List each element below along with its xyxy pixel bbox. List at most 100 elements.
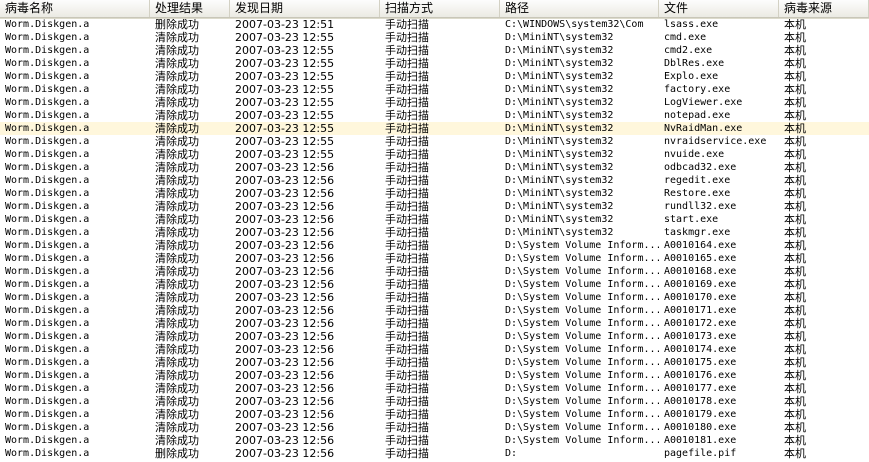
scan-log-list[interactable]: 病毒名称 处理结果 发现日期 扫描方式 路径 文件 病毒来源 Worm.Disk… — [0, 0, 869, 462]
cell-source: 本机 — [784, 44, 806, 57]
cell-path: D:\MiniNT\system32 — [505, 58, 614, 69]
column-header-file[interactable]: 文件 — [659, 0, 779, 17]
cell-path: D:\System Volume Inform... — [505, 279, 659, 290]
column-header-virus-name[interactable]: 病毒名称 — [0, 0, 150, 17]
table-row[interactable]: Worm.Diskgen.a 清除成功 2007-03-23 12:56 手动扫描 D:… — [0, 213, 869, 226]
cell-source: 本机 — [784, 18, 806, 31]
cell-virus-name: Worm.Diskgen.a — [5, 188, 90, 199]
table-row[interactable]: Worm.Diskgen.a 清除成功 2007-03-23 12:56 手动扫描 D:… — [0, 434, 869, 447]
cell-date: 2007-03-23 12:56 — [235, 174, 335, 187]
table-row[interactable]: Worm.Diskgen.a 清除成功 2007-03-23 12:55 手动扫描 D:… — [0, 148, 869, 161]
cell-date: 2007-03-23 12:56 — [235, 382, 335, 395]
table-row[interactable]: Worm.Diskgen.a 清除成功 2007-03-23 12:56 手动扫描 D:… — [0, 226, 869, 239]
table-row[interactable]: Worm.Diskgen.a 清除成功 2007-03-23 12:56 手动扫描 D:… — [0, 343, 869, 356]
cell-path: D:\System Volume Inform... — [505, 422, 659, 433]
column-header-date[interactable]: 发现日期 — [230, 0, 380, 17]
cell-date: 2007-03-23 12:55 — [235, 57, 335, 70]
cell-file: A0010173.exe — [664, 331, 737, 342]
cell-scan-mode: 手动扫描 — [385, 31, 429, 44]
cell-path: D:\System Volume Inform... — [505, 435, 659, 446]
table-row[interactable]: Worm.Diskgen.a 清除成功 2007-03-23 12:56 手动扫描 D:… — [0, 187, 869, 200]
cell-date: 2007-03-23 12:56 — [235, 252, 335, 265]
cell-virus-name: Worm.Diskgen.a — [5, 162, 90, 173]
cell-path: D:\MiniNT\system32 — [505, 201, 614, 212]
column-header-path[interactable]: 路径 — [500, 0, 659, 17]
cell-date: 2007-03-23 12:55 — [235, 44, 335, 57]
cell-result: 清除成功 — [155, 96, 199, 109]
table-row[interactable]: Worm.Diskgen.a 清除成功 2007-03-23 12:56 手动扫描 D:… — [0, 369, 869, 382]
cell-virus-name: Worm.Diskgen.a — [5, 201, 90, 212]
cell-path: D:\MiniNT\system32 — [505, 123, 614, 134]
cell-virus-name: Worm.Diskgen.a — [5, 279, 90, 290]
cell-result: 清除成功 — [155, 395, 199, 408]
table-row[interactable]: Worm.Diskgen.a 删除成功 2007-03-23 12:51 手动扫描 C:… — [0, 18, 869, 31]
cell-path: D:\MiniNT\system32 — [505, 32, 614, 43]
cell-path: D: — [505, 448, 518, 459]
cell-scan-mode: 手动扫描 — [385, 187, 429, 200]
column-header-source[interactable]: 病毒来源 — [779, 0, 869, 17]
cell-source: 本机 — [784, 330, 806, 343]
column-header-scan-mode[interactable]: 扫描方式 — [380, 0, 500, 17]
cell-virus-name: Worm.Diskgen.a — [5, 253, 90, 264]
cell-path: D:\MiniNT\system32 — [505, 175, 614, 186]
table-row[interactable]: Worm.Diskgen.a 清除成功 2007-03-23 12:55 手动扫描 D:… — [0, 83, 869, 96]
table-row[interactable]: Worm.Diskgen.a 清除成功 2007-03-23 12:56 手动扫描 D:… — [0, 291, 869, 304]
cell-virus-name: Worm.Diskgen.a — [5, 305, 90, 316]
table-row[interactable]: Worm.Diskgen.a 清除成功 2007-03-23 12:55 手动扫描 D:… — [0, 44, 869, 57]
cell-scan-mode: 手动扫描 — [385, 200, 429, 213]
table-row[interactable]: Worm.Diskgen.a 清除成功 2007-03-23 12:55 手动扫描 D:… — [0, 31, 869, 44]
cell-result: 清除成功 — [155, 317, 199, 330]
table-row[interactable]: Worm.Diskgen.a 清除成功 2007-03-23 12:56 手动扫描 D:… — [0, 408, 869, 421]
cell-path: D:\MiniNT\system32 — [505, 188, 614, 199]
table-row[interactable]: Worm.Diskgen.a 清除成功 2007-03-23 12:55 手动扫描 D:… — [0, 57, 869, 70]
cell-source: 本机 — [784, 174, 806, 187]
table-row[interactable]: Worm.Diskgen.a 清除成功 2007-03-23 12:56 手动扫描 D:… — [0, 239, 869, 252]
cell-path: D:\System Volume Inform... — [505, 344, 659, 355]
cell-virus-name: Worm.Diskgen.a — [5, 292, 90, 303]
table-row[interactable]: Worm.Diskgen.a 清除成功 2007-03-23 12:55 手动扫描 D:… — [0, 122, 869, 135]
cell-path: D:\System Volume Inform... — [505, 396, 659, 407]
column-header-result[interactable]: 处理结果 — [150, 0, 230, 17]
table-row[interactable]: Worm.Diskgen.a 清除成功 2007-03-23 12:55 手动扫描 D:… — [0, 109, 869, 122]
table-row[interactable]: Worm.Diskgen.a 清除成功 2007-03-23 12:55 手动扫描 D:… — [0, 135, 869, 148]
cell-scan-mode: 手动扫描 — [385, 265, 429, 278]
table-row[interactable]: Worm.Diskgen.a 清除成功 2007-03-23 12:55 手动扫描 D:… — [0, 70, 869, 83]
cell-source: 本机 — [784, 122, 806, 135]
cell-file: odbcad32.exe — [664, 162, 737, 173]
table-row[interactable]: Worm.Diskgen.a 清除成功 2007-03-23 12:56 手动扫描 D:… — [0, 278, 869, 291]
list-body: Worm.Diskgen.a 删除成功 2007-03-23 12:51 手动扫描 C:… — [0, 18, 869, 460]
table-row[interactable]: Worm.Diskgen.a 清除成功 2007-03-23 12:55 手动扫描 D:… — [0, 96, 869, 109]
table-row[interactable]: Worm.Diskgen.a 清除成功 2007-03-23 12:56 手动扫描 D:… — [0, 200, 869, 213]
cell-virus-name: Worm.Diskgen.a — [5, 240, 90, 251]
table-row[interactable]: Worm.Diskgen.a 删除成功 2007-03-23 12:56 手动扫描 D:… — [0, 447, 869, 460]
cell-file: LogViewer.exe — [664, 97, 743, 108]
table-row[interactable]: Worm.Diskgen.a 清除成功 2007-03-23 12:56 手动扫描 D:… — [0, 330, 869, 343]
cell-file: A0010178.exe — [664, 396, 737, 407]
cell-path: D:\MiniNT\system32 — [505, 227, 614, 238]
table-row[interactable]: Worm.Diskgen.a 清除成功 2007-03-23 12:56 手动扫描 D:… — [0, 252, 869, 265]
cell-path: D:\MiniNT\system32 — [505, 214, 614, 225]
cell-virus-name: Worm.Diskgen.a — [5, 32, 90, 43]
table-row[interactable]: Worm.Diskgen.a 清除成功 2007-03-23 12:56 手动扫描 D:… — [0, 421, 869, 434]
cell-date: 2007-03-23 12:55 — [235, 83, 335, 96]
cell-result: 清除成功 — [155, 382, 199, 395]
table-row[interactable]: Worm.Diskgen.a 清除成功 2007-03-23 12:56 手动扫描 D:… — [0, 304, 869, 317]
table-row[interactable]: Worm.Diskgen.a 清除成功 2007-03-23 12:56 手动扫描 D:… — [0, 356, 869, 369]
cell-result: 清除成功 — [155, 239, 199, 252]
cell-scan-mode: 手动扫描 — [385, 408, 429, 421]
cell-result: 清除成功 — [155, 148, 199, 161]
cell-file: A0010174.exe — [664, 344, 737, 355]
cell-file: A0010168.exe — [664, 266, 737, 277]
cell-date: 2007-03-23 12:56 — [235, 369, 335, 382]
cell-source: 本机 — [784, 31, 806, 44]
table-row[interactable]: Worm.Diskgen.a 清除成功 2007-03-23 12:56 手动扫描 D:… — [0, 382, 869, 395]
table-row[interactable]: Worm.Diskgen.a 清除成功 2007-03-23 12:56 手动扫描 D:… — [0, 395, 869, 408]
table-row[interactable]: Worm.Diskgen.a 清除成功 2007-03-23 12:56 手动扫描 D:… — [0, 174, 869, 187]
cell-virus-name: Worm.Diskgen.a — [5, 409, 90, 420]
cell-source: 本机 — [784, 356, 806, 369]
table-row[interactable]: Worm.Diskgen.a 清除成功 2007-03-23 12:56 手动扫描 D:… — [0, 317, 869, 330]
table-row[interactable]: Worm.Diskgen.a 清除成功 2007-03-23 12:56 手动扫描 D:… — [0, 265, 869, 278]
cell-result: 清除成功 — [155, 213, 199, 226]
table-row[interactable]: Worm.Diskgen.a 清除成功 2007-03-23 12:56 手动扫描 D:… — [0, 161, 869, 174]
cell-source: 本机 — [784, 213, 806, 226]
